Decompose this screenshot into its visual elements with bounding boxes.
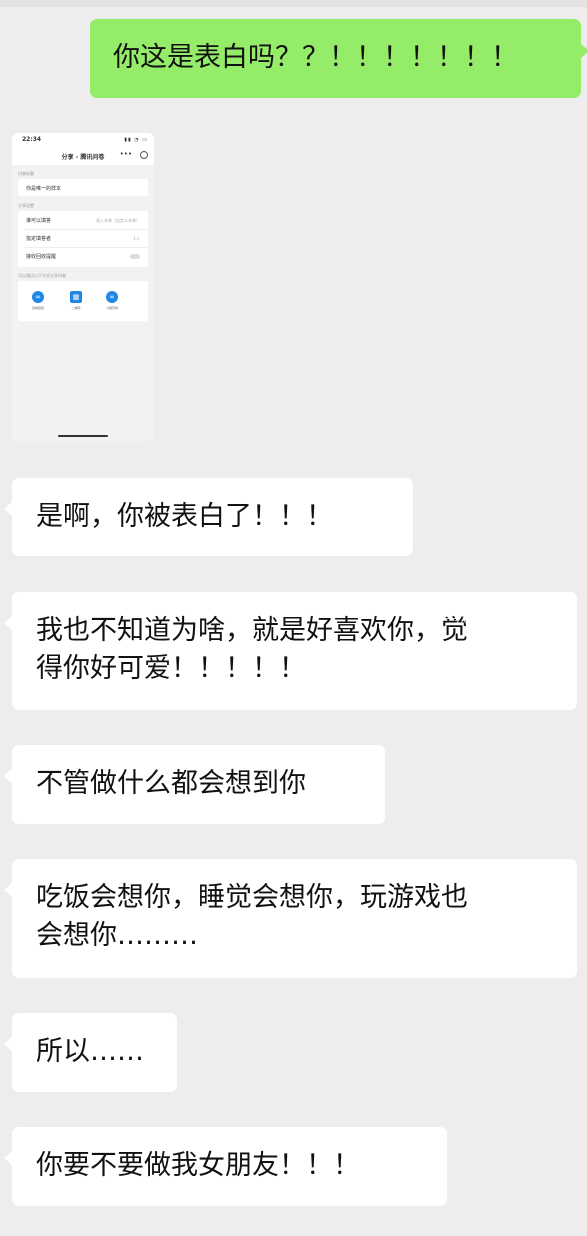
received-message-bubble[interactable]: 你要不要做我女朋友！！！ <box>4 1127 447 1206</box>
divider <box>24 247 148 248</box>
watermark-text: @一次元搞笑漫画 <box>432 612 529 626</box>
section-label: 问卷标题 <box>18 171 34 176</box>
message-text: 你要不要做我女朋友！！！ <box>36 1150 360 1181</box>
message-text: 你这是表白吗？？！！！！！！！ <box>113 42 518 73</box>
section-label: 分享设置 <box>18 203 34 208</box>
nav-bar: 分享 - 腾讯问卷 ••• <box>12 147 154 165</box>
message-text: 是啊，你被表白了！！！ <box>36 501 333 532</box>
message-text: 吃饭会想你，睡觉会想你，玩游戏也 <box>36 882 468 913</box>
top-divider <box>0 0 587 7</box>
close-icon <box>140 151 148 159</box>
setting-label: 指定填答者 <box>26 236 52 242</box>
section-label: 可以通过以下方式分享问卷 <box>18 273 66 278</box>
setting-value: 录入名单（自定义名单） <box>96 218 140 223</box>
qr-code-option: ▦ 二维码 <box>70 291 82 310</box>
setting-value: 1人 <box>133 236 140 241</box>
message-text: 会想你……… <box>36 920 198 951</box>
setting-label: 接收回收提醒 <box>26 254 57 260</box>
received-message-bubble[interactable]: 吃饭会想你，睡觉会想你，玩游戏也 会想你……… <box>4 859 577 978</box>
sent-message-bubble[interactable]: 你这是表白吗？？！！！！！！！ <box>90 19 587 98</box>
received-message-bubble[interactable]: 不管做什么都会想到你 <box>4 745 385 824</box>
message-text: 得你好可爱！！！！！ <box>36 653 306 684</box>
home-indicator <box>58 435 108 437</box>
survey-title: 你是唯一的样本 <box>26 186 62 192</box>
signal-icon: ▮▮ ◔ ▭ <box>124 137 148 143</box>
received-message-bubble[interactable]: 所以…… <box>4 1013 177 1092</box>
message-text: 不管做什么都会想到你 <box>36 768 306 799</box>
received-message-bubble[interactable]: 是啊，你被表白了！！！ <box>4 478 413 556</box>
divider <box>24 229 148 230</box>
toggle-switch <box>130 254 140 259</box>
message-text: 所以…… <box>36 1036 144 1067</box>
nav-title: 分享 - 腾讯问卷 <box>61 154 105 161</box>
link-icon: ∞ <box>32 291 44 303</box>
share-settings-card: 谁可以填答 录入名单（自定义名单） 指定填答者 1人 接收回收提醒 <box>18 211 148 267</box>
share-options-card: ∞ 复制链接 ▦ 二维码 ∞ 小程序码 <box>18 281 148 321</box>
status-time: 22:34 <box>22 136 42 143</box>
more-icon: ••• <box>119 150 132 158</box>
setting-label: 谁可以填答 <box>26 218 52 224</box>
mini-program-icon: ∞ <box>106 291 118 303</box>
image-message-screenshot[interactable]: 22:34 ▮▮ ◔ ▭ 分享 - 腾讯问卷 ••• 问卷标题 你是唯一的样本 … <box>12 133 154 441</box>
status-bar: 22:34 ▮▮ ◔ ▭ <box>12 133 154 147</box>
survey-title-card: 你是唯一的样本 <box>18 179 148 196</box>
mini-program-option: ∞ 小程序码 <box>105 291 118 310</box>
copy-link-option: ∞ 复制链接 <box>31 291 44 310</box>
qr-code-icon: ▦ <box>70 291 82 303</box>
